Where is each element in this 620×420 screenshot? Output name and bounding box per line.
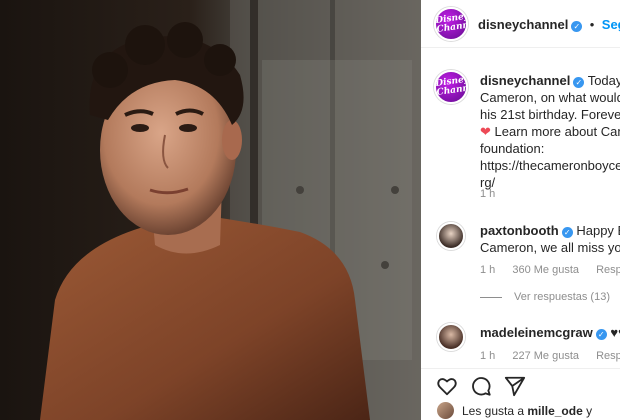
post-side-panel: Disney Channel disneychannel✓ • Seguir D… bbox=[421, 0, 620, 420]
liked-by-user[interactable]: mille_ode bbox=[527, 404, 582, 418]
post-photo[interactable] bbox=[0, 0, 421, 420]
portrait-image bbox=[0, 0, 421, 420]
heart-icon[interactable] bbox=[436, 375, 458, 397]
separator-dot: • bbox=[589, 17, 595, 32]
comment-time[interactable]: 1 h bbox=[480, 264, 495, 276]
post-username[interactable]: disneychannel bbox=[478, 17, 568, 32]
liker-avatar[interactable] bbox=[437, 402, 454, 419]
comment-time[interactable]: 1 h bbox=[480, 350, 495, 362]
caption-avatar[interactable]: Disney Channel bbox=[434, 70, 468, 104]
post-actions: Les gusta a mille_ode y bbox=[421, 368, 620, 420]
verified-badge-icon: ✓ bbox=[595, 329, 607, 340]
share-icon[interactable] bbox=[504, 375, 526, 397]
disney-channel-logo: Disney Channel bbox=[434, 74, 468, 99]
caption-link[interactable]: https://thecameronboycefo bbox=[480, 157, 620, 174]
comment-meta: 1 h 227 Me gusta Responde bbox=[480, 350, 620, 362]
comment-likes[interactable]: 360 Me gusta bbox=[512, 264, 579, 276]
disney-channel-logo: Disney Channel bbox=[434, 11, 468, 36]
caption-time[interactable]: 1 h bbox=[480, 188, 495, 200]
comment-text: Happy Birt bbox=[576, 223, 620, 238]
replies-divider bbox=[480, 297, 502, 298]
verified-badge-icon: ✓ bbox=[561, 227, 573, 238]
liked-by-label: Les gusta a bbox=[462, 404, 525, 418]
comment-line-1: paxtonbooth✓ Happy Birt bbox=[480, 222, 620, 239]
comment-line-2: Cameron, we all miss you ❤ bbox=[480, 239, 620, 256]
comment-item: madeleinemcgraw✓ ♥♥♥ 1 h 227 Me gusta Re… bbox=[421, 322, 620, 368]
verified-badge-icon: ✓ bbox=[571, 21, 583, 32]
caption-line-5: foundation: bbox=[480, 141, 545, 156]
caption-line-4: ❤ Learn more about Cam bbox=[480, 123, 620, 140]
comment-icon[interactable] bbox=[470, 375, 492, 397]
avatar[interactable] bbox=[437, 222, 465, 250]
avatar[interactable]: Disney Channel bbox=[434, 7, 468, 41]
view-replies-button[interactable]: Ver respuestas (13) bbox=[514, 291, 610, 303]
post-header: Disney Channel disneychannel✓ • Seguir bbox=[421, 0, 620, 48]
reply-button[interactable]: Responde bbox=[596, 350, 620, 362]
liked-by-tail: y bbox=[586, 404, 593, 418]
caption-line-3: his 21st birthday. Forever in bbox=[480, 107, 620, 122]
caption-text: Learn more about Cam bbox=[494, 124, 620, 139]
comment-meta: 1 h 360 Me gusta Responde bbox=[480, 264, 620, 276]
avatar[interactable] bbox=[437, 323, 465, 351]
comment-username[interactable]: madeleinemcgraw bbox=[480, 325, 593, 340]
red-heart-icon: ❤ bbox=[480, 124, 491, 139]
liked-by-text: Les gusta a mille_ode y bbox=[462, 404, 592, 418]
caption-line-2: Cameron, on what would h bbox=[480, 90, 620, 105]
caption-block: Disney Channel disneychannel✓ Today we C… bbox=[421, 66, 620, 206]
caption-line-1: disneychannel✓ Today we bbox=[480, 72, 620, 89]
comment-username[interactable]: paxtonbooth bbox=[480, 223, 559, 238]
comment-line-1: madeleinemcgraw✓ ♥♥♥ bbox=[480, 324, 620, 341]
comment-text: Cameron, we all miss you bbox=[480, 240, 620, 255]
comment-item: paxtonbooth✓ Happy Birt Cameron, we all … bbox=[421, 220, 620, 310]
verified-badge-icon: ✓ bbox=[573, 77, 585, 88]
reply-button[interactable]: Responde bbox=[596, 264, 620, 276]
caption-text: Today we bbox=[587, 73, 620, 88]
caption-username[interactable]: disneychannel bbox=[480, 73, 570, 88]
follow-button[interactable]: Seguir bbox=[602, 17, 620, 32]
comment-text: ♥♥♥ bbox=[610, 325, 620, 340]
comment-likes[interactable]: 227 Me gusta bbox=[512, 350, 579, 362]
